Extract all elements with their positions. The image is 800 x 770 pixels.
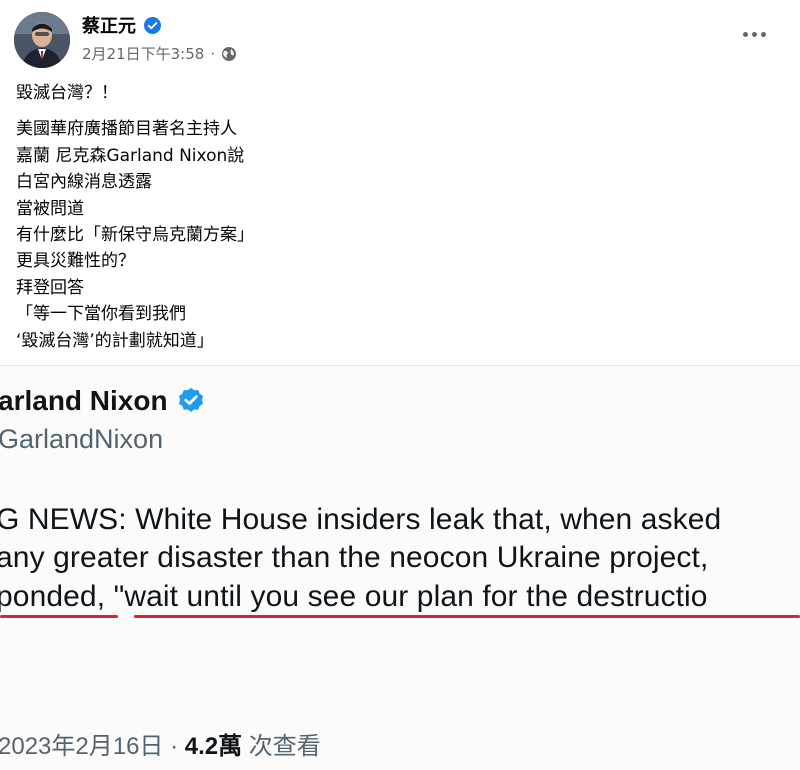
verified-icon bbox=[144, 16, 161, 34]
post-timestamp[interactable]: 2月21日下午3:58 bbox=[82, 43, 204, 64]
post-text-line: 白宮內線消息透露 bbox=[16, 172, 152, 193]
post-text: 毀滅台灣？！ 美國華府廣播節目著名主持人 嘉蘭 尼克森Garland Nixon… bbox=[16, 80, 776, 354]
red-underline-right bbox=[134, 615, 800, 618]
post-text-line: 「等一下當你看到我們 bbox=[16, 304, 186, 325]
post-text-line: 更具災難性的？ bbox=[16, 251, 135, 272]
tweet-views-label: 次查看 bbox=[242, 733, 321, 760]
footer-separator: · bbox=[163, 733, 185, 760]
post-text-headline: 毀滅台灣？！ bbox=[16, 83, 118, 103]
red-underline-left bbox=[0, 615, 118, 618]
post-text-line: 拜登回答 bbox=[16, 277, 84, 298]
tweet-footer: 2023年2月16日 · 4.2萬 次查看 bbox=[0, 726, 321, 761]
more-options-icon bbox=[742, 31, 748, 37]
tweet-author-name: arland Nixon bbox=[0, 385, 168, 416]
more-options-button[interactable] bbox=[736, 22, 772, 46]
tweet-handle: GarlandNixon bbox=[0, 424, 164, 454]
tweet-text-line: ponded, "wait until you see our plan for… bbox=[0, 580, 708, 613]
embedded-tweet-image[interactable]: arland Nixon GarlandNixon G NEWS: White … bbox=[0, 365, 800, 770]
tweet-verified-icon bbox=[178, 387, 203, 412]
tweet-view-count: 4.2萬 bbox=[184, 733, 243, 760]
tweet-text-line: G NEWS: White House insiders leak that, … bbox=[0, 503, 722, 536]
tweet-author-row: arland Nixon bbox=[0, 385, 206, 417]
post-text-line: 當被問道 bbox=[16, 198, 84, 219]
avatar[interactable] bbox=[14, 12, 70, 68]
post-meta: 2月21日下午3:58 · bbox=[82, 43, 237, 64]
post-text-line: 有什麼比「新保守烏克蘭方案」 bbox=[16, 225, 254, 246]
post-header: 蔡正元 2月21日下午3:58 · bbox=[0, 0, 800, 75]
author-name-row: 蔡正元 bbox=[82, 12, 161, 38]
tweet-text-line: any greater disaster than the neocon Ukr… bbox=[0, 541, 709, 574]
post-text-line: ‘毀滅台灣’的計劃就知道」 bbox=[16, 330, 214, 351]
tweet-date: 2023年2月16日 bbox=[0, 733, 164, 760]
post-text-line: 美國華府廣播節目著名主持人 bbox=[16, 119, 237, 140]
post-text-line: 嘉蘭 尼克森Garland Nixon說 bbox=[16, 145, 245, 166]
meta-separator: · bbox=[210, 44, 216, 63]
author-name[interactable]: 蔡正元 bbox=[82, 12, 136, 38]
globe-icon bbox=[222, 46, 237, 61]
